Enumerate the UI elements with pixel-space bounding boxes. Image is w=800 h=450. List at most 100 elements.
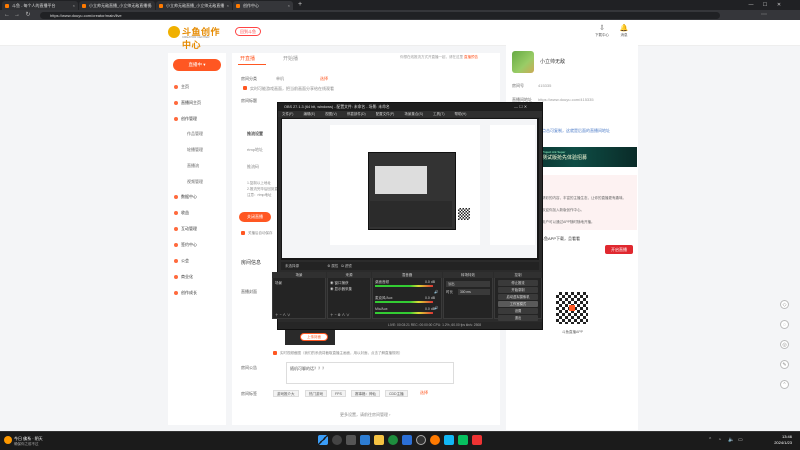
obs-menu-tools[interactable]: 工具(T) <box>433 112 444 116</box>
sidebar-subitem-carousel[interactable]: 轮播管理 <box>187 147 203 153</box>
browser-tab[interactable]: 斗鱼 - 每个人的直播平台 × <box>2 1 78 10</box>
sidebar-item-interaction[interactable]: 互动管理 <box>174 226 197 232</box>
tab-start-live[interactable]: 开始播 <box>283 55 298 62</box>
room-url-value[interactable]: https://www.douyu.com/415335 <box>538 97 594 102</box>
checkbox-snapshot[interactable] <box>273 351 277 355</box>
scenes-toolbar[interactable]: ＋ − ∧ ∨ <box>275 313 290 318</box>
sidebar-item-guild[interactable]: 公会 <box>174 258 189 264</box>
filters-button[interactable]: 滤镜 <box>345 264 352 268</box>
float-gift-icon[interactable]: ◇ <box>780 300 789 309</box>
category-select-link[interactable]: 选择 <box>320 76 328 82</box>
float-chat-icon[interactable]: ◌ <box>780 320 789 329</box>
reload-icon[interactable]: ↻ <box>24 11 32 19</box>
tray-chevron-icon[interactable]: ⌃ <box>708 437 712 443</box>
battery-icon[interactable]: ▭ <box>738 437 743 443</box>
douyu-icon[interactable] <box>430 435 440 445</box>
source-item[interactable]: ◉ 显示器采集 <box>330 287 352 292</box>
obs-window-controls[interactable]: — ☐ ✕ <box>514 103 527 111</box>
sidebar-item-growth[interactable]: 创作成长 <box>174 290 197 296</box>
obs-menu-file[interactable]: 文件(F) <box>282 112 293 116</box>
wechat-icon[interactable] <box>458 435 468 445</box>
close-icon[interactable]: × <box>73 1 75 10</box>
system-clock[interactable]: 13:46 2024/1/23 <box>756 434 792 446</box>
scene-item[interactable]: 场景 <box>275 281 282 286</box>
sidebar-item-contract[interactable]: 签约中心 <box>174 242 197 248</box>
sources-toolbar[interactable]: ＋ − ⚙ ∧ ∨ <box>330 313 350 318</box>
checkbox-realtime[interactable] <box>243 86 247 90</box>
close-icon[interactable]: × <box>227 1 229 10</box>
close-live-button[interactable]: 关闭直播 <box>239 212 271 222</box>
app-icon[interactable] <box>472 435 482 445</box>
obs-menu-edit[interactable]: 编辑(E) <box>303 112 315 116</box>
qq-icon[interactable] <box>444 435 454 445</box>
search-icon[interactable] <box>332 435 342 445</box>
sidebar-item-income[interactable]: 收益 <box>174 210 189 216</box>
start-recording-button[interactable]: 开始录制 <box>498 287 538 293</box>
notice-textarea[interactable]: 随机可聊的话？？？ <box>286 362 454 384</box>
studio-mode-button[interactable]: 工作室模式 <box>498 301 538 307</box>
transition-select[interactable]: 淡出 <box>446 281 490 287</box>
browser-tab[interactable]: 小立帅无敌直播_小立帅无敌直播视 × <box>79 1 155 10</box>
obs-icon[interactable] <box>416 435 426 445</box>
more-settings-link[interactable]: 更多设置，请前往房间管理 › <box>340 412 390 418</box>
maximize-button[interactable]: ☐ <box>758 0 772 10</box>
duration-input[interactable]: 300 ms <box>458 289 490 295</box>
url-input[interactable]: https://www.douyu.com/creator/main/live <box>40 11 720 19</box>
chrome-icon[interactable] <box>388 435 398 445</box>
browser-tab-active[interactable]: 创作中心 × <box>233 1 293 10</box>
sidebar-item-commerce[interactable]: 商业化 <box>174 274 193 280</box>
sidebar-item-home[interactable]: 主页 <box>174 84 189 90</box>
upload-cover-button[interactable]: 上传封面 <box>300 333 328 341</box>
source-item[interactable]: ◉ 窗口捕获 <box>330 281 348 286</box>
download-center[interactable]: ⇩ 下载中心 <box>594 25 610 38</box>
network-icon[interactable]: ◔ <box>718 437 721 443</box>
sidebar-item-room-home[interactable]: 直播间主页 <box>174 100 201 106</box>
obs-menu-profile[interactable]: 配置文件(P) <box>376 112 395 116</box>
file-explorer-icon[interactable] <box>374 435 384 445</box>
start-icon[interactable] <box>318 435 328 445</box>
sidebar-item-data[interactable]: 数据中心 <box>174 194 197 200</box>
volume-speaker-icon[interactable]: 🔊 <box>434 306 438 310</box>
messages[interactable]: 🔔 消息 <box>616 25 632 38</box>
close-window-button[interactable]: ✕ <box>772 0 786 10</box>
top-note-link[interactable]: 直播预告 <box>464 55 478 59</box>
back-to-douyu-button[interactable]: 回到斗鱼 <box>235 27 261 36</box>
tag-chip[interactable]: 游戏推介大 <box>273 390 299 397</box>
stop-streaming-button[interactable]: 停止推流 <box>498 280 538 286</box>
obs-menu-view[interactable]: 视图(V) <box>325 112 337 116</box>
edge-icon[interactable] <box>402 435 412 445</box>
tag-chip[interactable]: FPS <box>331 390 346 397</box>
weather-widget[interactable]: 今日 佛系 · 阴天 确保你之前不过 <box>14 436 43 447</box>
volume-icon[interactable]: 🔈 <box>728 437 734 443</box>
obs-menu-scenes[interactable]: 场景集合(S) <box>404 112 423 116</box>
tag-chip[interactable]: 赛事格：神仙 <box>351 390 380 397</box>
new-tab-button[interactable]: + <box>296 1 304 9</box>
obs-menu-help[interactable]: 帮助(H) <box>455 112 467 116</box>
sidebar-item-creation[interactable]: 创作管理 <box>174 116 197 122</box>
tag-chip[interactable]: CDD主播 <box>385 390 408 397</box>
avatar[interactable] <box>512 51 534 73</box>
back-icon[interactable]: ← <box>3 11 11 19</box>
checkbox-auto-save[interactable] <box>241 231 245 235</box>
volume-speaker-icon[interactable]: 🔊 <box>434 290 438 294</box>
browser-tab[interactable]: 小立帅无敌直播_小立帅无敌直播 × <box>156 1 232 10</box>
task-view-icon[interactable] <box>346 435 356 445</box>
copy-url-link[interactable]: 点击可复制，这就是后面的直播间地址 <box>542 128 610 134</box>
float-feedback-icon[interactable]: ✎ <box>780 360 789 369</box>
start-live-app-button[interactable]: 开启直播 <box>605 245 633 254</box>
live-status-button[interactable]: 直播中 ▾ <box>173 59 221 71</box>
settings-button[interactable]: 设置 <box>498 308 538 314</box>
weather-icon[interactable] <box>4 436 12 444</box>
close-icon[interactable]: × <box>288 1 290 10</box>
tags-select-link[interactable]: 选择 <box>420 390 428 396</box>
sidebar-subitem-videos[interactable]: 视频管理 <box>187 179 203 185</box>
exit-button[interactable]: 退出 <box>498 315 538 321</box>
close-icon[interactable]: × <box>150 1 152 10</box>
site-logo[interactable]: 斗鱼创作中心 CREATOR CENTER <box>168 25 226 50</box>
minimize-button[interactable]: — <box>744 0 758 10</box>
float-top-icon[interactable]: ⌃ <box>780 380 789 389</box>
obs-menu-docks[interactable]: 停靠部件(D) <box>347 112 366 116</box>
sidebar-subitem-stream[interactable]: 直播流 <box>187 163 199 169</box>
virtual-camera-button[interactable]: 启动虚拟摄像机 <box>498 294 538 300</box>
extensions-icon[interactable]: ⋯ <box>760 11 768 19</box>
